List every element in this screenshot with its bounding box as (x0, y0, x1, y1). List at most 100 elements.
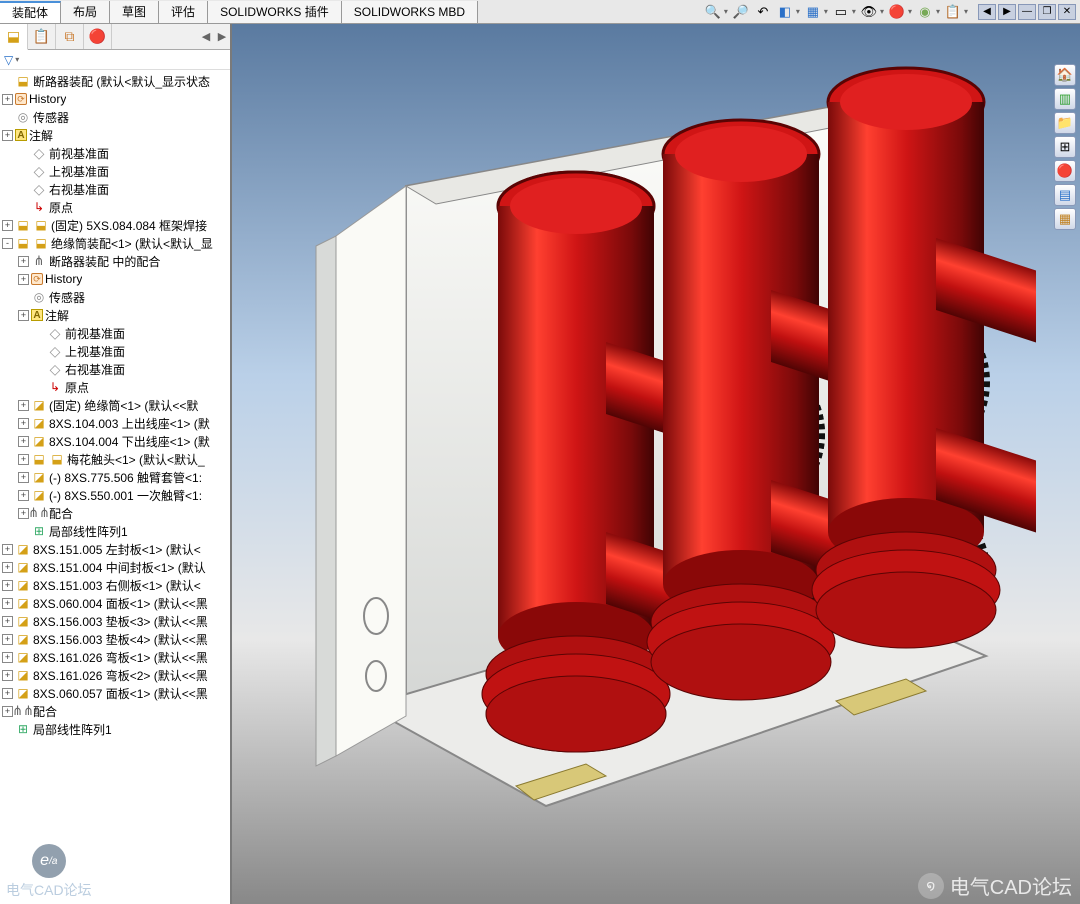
tree-node[interactable]: ◇前视基准面 (0, 324, 230, 342)
tree-node[interactable]: +◪8XS.060.057 面板<1> (默认<<黑 (0, 684, 230, 702)
expander-icon[interactable]: + (2, 616, 13, 627)
expander-icon[interactable]: + (2, 220, 13, 231)
tree-node[interactable]: +⋔⋔配合 (0, 504, 230, 522)
tree-node[interactable]: ◎传感器 (0, 288, 230, 306)
tree-node[interactable]: ⊞局部线性阵列1 (0, 720, 230, 738)
section-view-icon[interactable]: ◧ (776, 3, 794, 21)
expander-icon[interactable]: + (2, 634, 13, 645)
property-tab[interactable]: 📋 (28, 24, 56, 49)
tree-node[interactable]: +◪8XS.156.003 垫板<3> (默认<<黑 (0, 612, 230, 630)
expander-icon[interactable]: + (18, 274, 29, 285)
tab-scroll-left[interactable]: ◀ (198, 24, 214, 49)
tree-node[interactable]: ◇右视基准面 (0, 180, 230, 198)
tree-node[interactable]: +◪8XS.060.004 面板<1> (默认<<黑 (0, 594, 230, 612)
tree-node[interactable]: +◪8XS.104.003 上出线座<1> (默 (0, 414, 230, 432)
tree-node[interactable]: +◪8XS.151.004 中间封板<1> (默认 (0, 558, 230, 576)
hide-show-icon[interactable]: 👁 (860, 3, 878, 21)
tree-node[interactable]: ↳原点 (0, 378, 230, 396)
span-right-button[interactable]: ▶ (998, 4, 1016, 20)
prev-view-icon[interactable]: ↶ (754, 3, 772, 21)
custom-props-button[interactable]: ▤ (1054, 184, 1076, 206)
tree-node[interactable]: +⟳History (0, 270, 230, 288)
close-button[interactable]: ✕ (1058, 4, 1076, 20)
scene-icon[interactable]: ◉ (916, 3, 934, 21)
expander-icon[interactable]: + (18, 472, 29, 483)
expander-icon[interactable]: - (2, 238, 13, 249)
span-left-button[interactable]: ◀ (978, 4, 996, 20)
tree-node[interactable]: +◪8XS.104.004 下出线座<1> (默 (0, 432, 230, 450)
command-tab[interactable]: 评估 (159, 1, 208, 23)
tree-node[interactable]: ◇上视基准面 (0, 342, 230, 360)
zoom-fit-icon[interactable]: 🔍 (704, 3, 722, 21)
expander-icon[interactable]: + (18, 418, 29, 429)
expander-icon[interactable]: + (2, 688, 13, 699)
appearance-tab[interactable]: 🔴 (84, 24, 112, 49)
tree-label: 8XS.151.003 右侧板<1> (默认< (33, 577, 201, 594)
feature-tree[interactable]: ⬓断路器装配 (默认<默认_显示状态+⟳History◎传感器+A注解◇前视基准… (0, 70, 230, 904)
command-tab[interactable]: SOLIDWORKS MBD (342, 1, 478, 23)
view-orient-icon[interactable]: ▦ (804, 3, 822, 21)
command-tab[interactable]: 装配体 (0, 1, 61, 23)
command-tab[interactable]: SOLIDWORKS 插件 (208, 1, 342, 23)
tree-node[interactable]: +◪8XS.151.003 右侧板<1> (默认< (0, 576, 230, 594)
filter-bar[interactable]: ▽ ▾ (0, 50, 230, 70)
graphics-viewport[interactable]: 🏠 ▥ 📁 ⊞ 🔴 ▤ ▦ (232, 24, 1080, 904)
expander-icon[interactable]: + (2, 670, 13, 681)
expander-icon[interactable]: + (2, 562, 13, 573)
tab-scroll-right[interactable]: ▶ (214, 24, 230, 49)
minimize-button[interactable]: — (1018, 4, 1036, 20)
tree-node[interactable]: ◇上视基准面 (0, 162, 230, 180)
tree-label: History (45, 272, 82, 286)
command-tab[interactable]: 布局 (61, 1, 110, 23)
expander-icon[interactable]: + (2, 598, 13, 609)
sw-resources-button[interactable]: 🏠 (1054, 64, 1076, 86)
restore-button[interactable]: ❐ (1038, 4, 1056, 20)
tree-node[interactable]: +◪(-) 8XS.550.001 一次触臂<1: (0, 486, 230, 504)
expander-icon[interactable]: + (18, 490, 29, 501)
appearances-button[interactable]: 🔴 (1054, 160, 1076, 182)
tree-node[interactable]: +⬓⬓梅花触头<1> (默认<默认_ (0, 450, 230, 468)
tree-node[interactable]: +◪(固定) 绝缘筒<1> (默认<<默 (0, 396, 230, 414)
tree-node[interactable]: ⬓断路器装配 (默认<默认_显示状态 (0, 72, 230, 90)
forum-button[interactable]: ▦ (1054, 208, 1076, 230)
tree-node[interactable]: +⬓⬓(固定) 5XS.084.084 框架焊接 (0, 216, 230, 234)
expander-icon[interactable]: + (2, 130, 13, 141)
tree-label: 上视基准面 (65, 343, 125, 360)
tree-label: 8XS.104.004 下出线座<1> (默 (49, 433, 210, 450)
tree-node[interactable]: ◎传感器 (0, 108, 230, 126)
tree-node[interactable]: ◇前视基准面 (0, 144, 230, 162)
appearance-icon[interactable]: 🔴 (888, 3, 906, 21)
tree-node[interactable]: +A注解 (0, 306, 230, 324)
tree-node[interactable]: +◪8XS.151.005 左封板<1> (默认< (0, 540, 230, 558)
tree-node[interactable]: ◇右视基准面 (0, 360, 230, 378)
display-style-icon[interactable]: ▭ (832, 3, 850, 21)
command-tab[interactable]: 草图 (110, 1, 159, 23)
tree-node[interactable]: +◪8XS.156.003 垫板<4> (默认<<黑 (0, 630, 230, 648)
tree-node[interactable]: +◪8XS.161.026 弯板<1> (默认<<黑 (0, 648, 230, 666)
tree-node[interactable]: +A注解 (0, 126, 230, 144)
expander-icon[interactable]: + (2, 652, 13, 663)
tree-node[interactable]: +⋔断路器装配 中的配合 (0, 252, 230, 270)
design-library-button[interactable]: ▥ (1054, 88, 1076, 110)
zoom-area-icon[interactable]: 🔎 (732, 3, 750, 21)
settings-icon[interactable]: 📋 (944, 3, 962, 21)
expander-icon[interactable]: + (18, 256, 29, 267)
tree-node[interactable]: +⟳History (0, 90, 230, 108)
expander-icon[interactable]: + (2, 94, 13, 105)
view-palette-button[interactable]: ⊞ (1054, 136, 1076, 158)
config-tab[interactable]: ⧉ (56, 24, 84, 49)
tree-node[interactable]: -⬓⬓绝缘筒装配<1> (默认<默认_显 (0, 234, 230, 252)
expander-icon[interactable]: + (2, 580, 13, 591)
expander-icon[interactable]: + (18, 454, 29, 465)
tree-node[interactable]: ↳原点 (0, 198, 230, 216)
expander-icon[interactable]: + (18, 436, 29, 447)
expander-icon[interactable]: + (2, 544, 13, 555)
tree-node[interactable]: +⋔⋔配合 (0, 702, 230, 720)
expander-icon[interactable]: + (18, 310, 29, 321)
feature-tree-tab[interactable]: ⬓ (0, 24, 28, 50)
tree-node[interactable]: +◪8XS.161.026 弯板<2> (默认<<黑 (0, 666, 230, 684)
tree-node[interactable]: +◪(-) 8XS.775.506 触臂套管<1: (0, 468, 230, 486)
tree-node[interactable]: ⊞局部线性阵列1 (0, 522, 230, 540)
expander-icon[interactable]: + (18, 400, 29, 411)
file-explorer-button[interactable]: 📁 (1054, 112, 1076, 134)
